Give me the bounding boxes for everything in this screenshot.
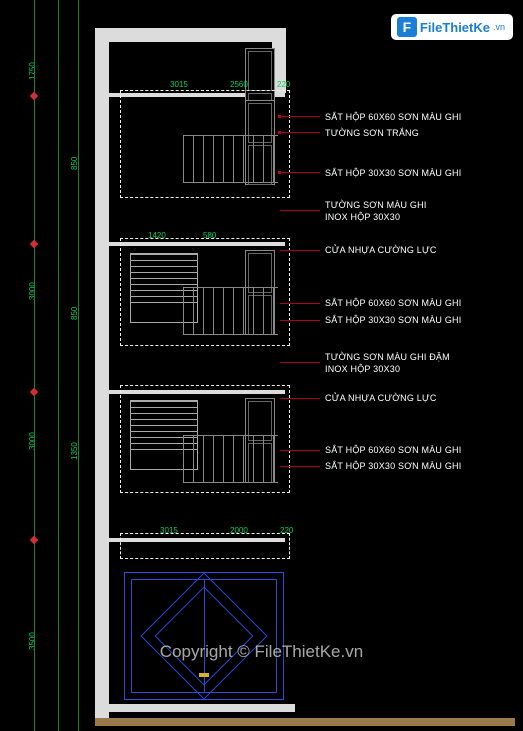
ground-lintel: [95, 704, 295, 712]
main-gate: [124, 572, 284, 700]
dim-tick: [30, 240, 38, 248]
dimension-text: 3000: [28, 282, 37, 300]
dim-extension-line: [78, 0, 79, 731]
dimension-text: 2000: [230, 526, 248, 535]
dimension-text: 580: [203, 231, 216, 240]
revision-cloud: [120, 238, 290, 346]
dim-tick: [30, 388, 38, 396]
annotation-label: SẮT HỘP 60X60 SƠN MÀU GHI: [325, 298, 461, 308]
dimension-text: 2560: [230, 80, 248, 89]
annotation-label: TƯỜNG SƠN MÀU GHI: [325, 200, 427, 210]
dim-tick: [30, 92, 38, 100]
dim-extension-line: [34, 0, 35, 731]
cad-viewport[interactable]: 3015 2560 220 1420 580 3015 2000 220 175…: [0, 0, 523, 731]
annotation-label: TƯỜNG SƠN MÀU GHI ĐẬM: [325, 352, 450, 362]
leader-line: [280, 466, 320, 467]
leader-line: [280, 398, 320, 399]
leader-line: [280, 116, 320, 117]
dimension-text: 220: [280, 526, 293, 535]
leader-line: [280, 210, 320, 211]
dimension-text: 3015: [170, 80, 188, 89]
dimension-text: 220: [277, 80, 290, 89]
annotation-label: SẮT HỘP 60X60 SƠN MÀU GHI: [325, 112, 461, 122]
left-wall: [95, 28, 109, 718]
annotation-label: SẮT HỘP 30X30 SƠN MÀU GHI: [325, 168, 461, 178]
leader-line: [280, 250, 320, 251]
dimension-text: 1750: [28, 62, 37, 80]
dimension-text: 3015: [160, 526, 178, 535]
annotation-label: SẮT HỘP 30X30 SƠN MÀU GHI: [325, 461, 461, 471]
dim-extension-line: [58, 0, 59, 731]
annotation-label: CỬA NHỰA CƯỜNG LỰC: [325, 245, 437, 255]
annotation-label: TƯỜNG SƠN TRẮNG: [325, 128, 419, 138]
dim-tick: [30, 536, 38, 544]
logo-icon: F: [397, 17, 417, 37]
revision-cloud: [120, 533, 290, 559]
annotation-label: INOX HỘP 30X30: [325, 364, 400, 374]
leader-line: [280, 172, 320, 173]
annotation-label: SẮT HỘP 30X30 SƠN MÀU GHI: [325, 315, 461, 325]
ground-line: [95, 718, 515, 726]
brand-main: ThietKe: [442, 20, 490, 35]
revision-cloud: [120, 90, 290, 198]
watermark-logo: F FileThietKe .vn: [391, 14, 513, 40]
revision-cloud: [120, 385, 290, 493]
leader-line: [280, 320, 320, 321]
roof-parapet: [95, 28, 285, 42]
brand-prefix: File: [420, 20, 442, 35]
dimension-text: 1420: [148, 231, 166, 240]
leader-dot: [278, 115, 281, 118]
leader-line: [280, 450, 320, 451]
leader-dot: [278, 131, 281, 134]
door-handle-icon: [199, 673, 209, 677]
annotation-label: SẮT HỘP 60X60 SƠN MÀU GHI: [325, 445, 461, 455]
brand-suffix: .vn: [493, 22, 505, 32]
annotation-label: CỬA NHỰA CƯỜNG LỰC: [325, 393, 437, 403]
annotation-label: INOX HỘP 30X30: [325, 212, 400, 222]
leader-line: [280, 132, 320, 133]
leader-line: [280, 303, 320, 304]
dimension-text: 3500: [28, 632, 37, 650]
leader-dot: [278, 171, 281, 174]
leader-line: [280, 362, 320, 363]
dimension-text: 3000: [28, 432, 37, 450]
